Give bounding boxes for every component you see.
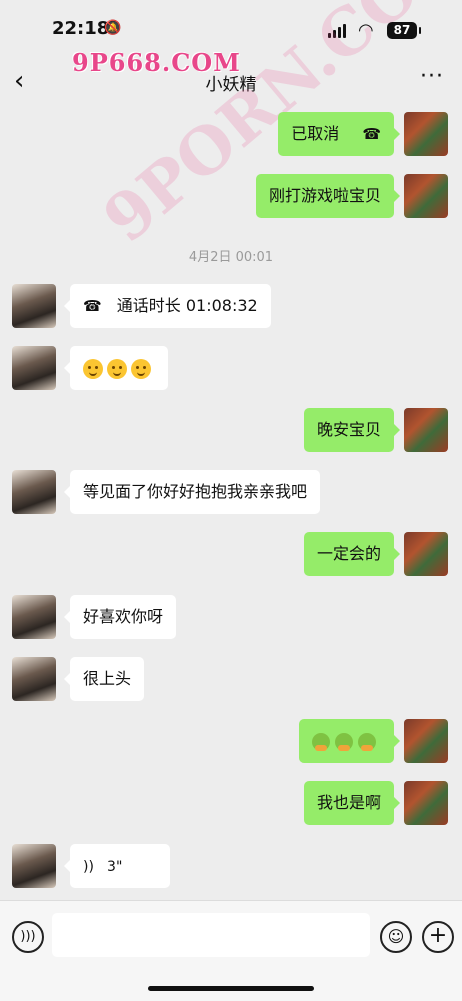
message-text: 已取消: [291, 124, 340, 143]
message-text: 等见面了你好好抱抱我亲亲我吧: [83, 482, 308, 501]
smile-icon: ☺: [387, 927, 405, 946]
message-text: 一定会的: [316, 544, 381, 563]
battery-indicator: 87: [387, 22, 421, 39]
green-emoji-icon: [335, 732, 353, 751]
message-bubble[interactable]: [299, 719, 400, 763]
home-indicator: [148, 986, 314, 991]
status-time: 22:18: [52, 18, 110, 39]
message-bubble[interactable]: 我也是啊: [303, 781, 401, 825]
phone-hangup-icon: ☎: [362, 125, 381, 143]
wifi-icon: ◠: [358, 20, 374, 41]
message-bubble[interactable]: 好喜欢你呀: [63, 595, 177, 639]
message-text: 很上头: [83, 669, 132, 688]
plus-icon: +: [428, 923, 448, 948]
emoji-button[interactable]: ☺: [380, 921, 412, 953]
message-bubble[interactable]: 晚安宝贝: [303, 408, 401, 452]
message-text: 好喜欢你呀: [83, 607, 164, 626]
message-input[interactable]: [52, 913, 370, 957]
voice-input-button[interactable]: ))): [12, 921, 44, 953]
green-emoji-icon: [312, 732, 330, 751]
self-avatar[interactable]: [404, 532, 448, 576]
self-avatar[interactable]: [404, 174, 448, 218]
cellular-signal-icon: [328, 24, 346, 38]
message-bubble[interactable]: 很上头: [63, 657, 145, 701]
more-options-icon[interactable]: ···: [420, 64, 444, 89]
message-bubble[interactable]: 刚打游戏啦宝贝: [255, 174, 401, 218]
navigation-bar: ‹ 小妖精 ···: [0, 60, 462, 104]
message-bubble[interactable]: [64, 346, 168, 390]
voice-message-bubble[interactable]: )) 3": [64, 844, 170, 888]
mute-bell-icon: 🔕: [104, 20, 122, 36]
peer-avatar[interactable]: [12, 595, 56, 639]
peer-avatar[interactable]: [12, 844, 56, 888]
self-avatar[interactable]: [404, 408, 448, 452]
message-text: 我也是啊: [316, 793, 381, 812]
message-bubble[interactable]: 等见面了你好好抱抱我亲亲我吧: [63, 470, 321, 514]
voice-icon: ))): [20, 929, 36, 944]
green-emoji-icon: [358, 732, 376, 751]
timestamp: 4月2日 00:01: [188, 250, 274, 265]
peer-avatar[interactable]: [12, 284, 56, 328]
self-avatar[interactable]: [404, 781, 448, 825]
smile-face-icon: [83, 358, 103, 379]
self-avatar[interactable]: [404, 719, 448, 763]
peer-avatar[interactable]: [12, 470, 56, 514]
message-text: 通话时长 01:08:32: [116, 296, 258, 315]
message-text: 刚打游戏啦宝贝: [268, 186, 381, 205]
chat-title: 小妖精: [205, 75, 257, 95]
voice-duration: 3": [107, 859, 123, 875]
peer-avatar[interactable]: [12, 657, 56, 701]
phone-hangup-icon: ☎: [83, 297, 102, 315]
message-text: 晚安宝贝: [316, 420, 381, 439]
voice-wave-icon: )): [83, 859, 94, 875]
message-bubble[interactable]: 已取消 ☎: [278, 112, 400, 156]
smile-face-icon: [107, 358, 127, 379]
self-avatar[interactable]: [404, 112, 448, 156]
more-actions-button[interactable]: +: [422, 921, 454, 953]
peer-avatar[interactable]: [12, 346, 56, 390]
smile-face-icon: [131, 358, 151, 379]
message-bubble[interactable]: ☎ 通话时长 01:08:32: [64, 284, 271, 328]
message-bubble[interactable]: 一定会的: [303, 532, 401, 576]
